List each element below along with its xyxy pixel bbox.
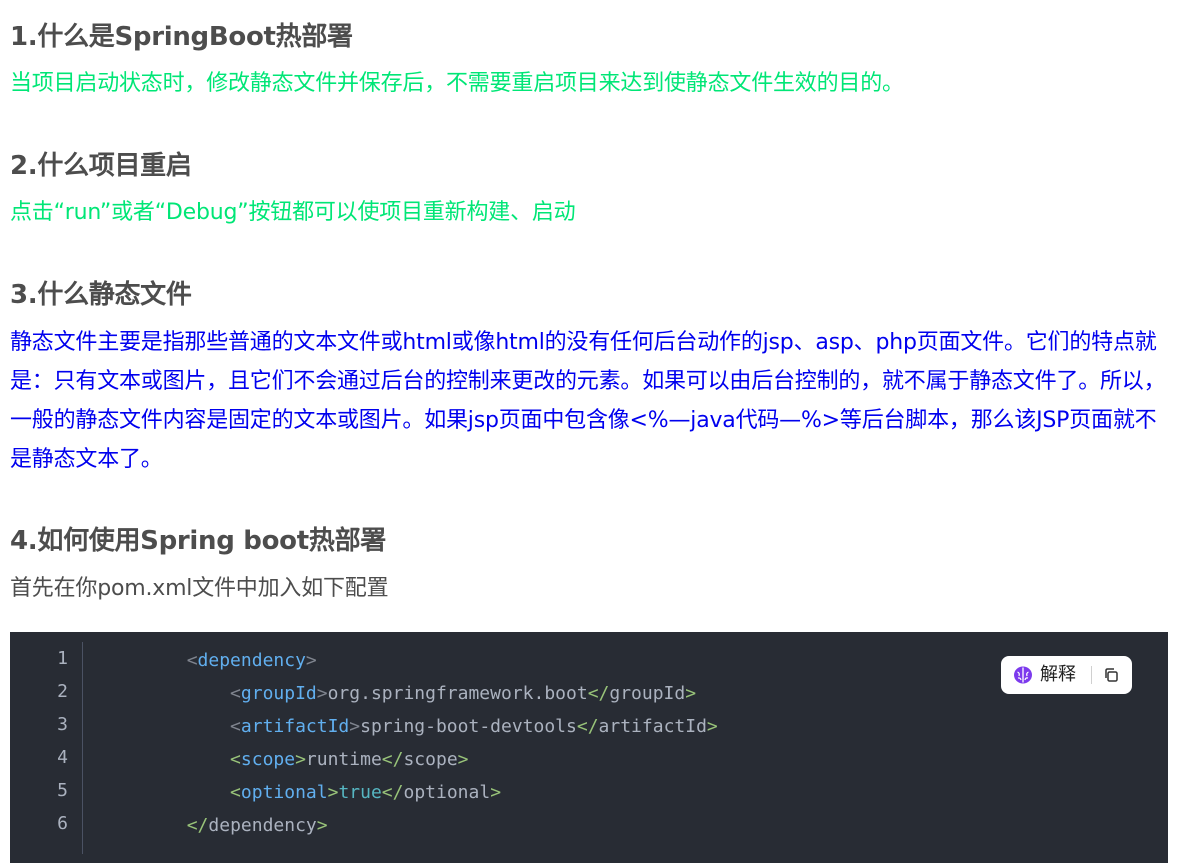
section-4-heading: 4.如何使用Spring boot热部署 bbox=[10, 526, 386, 556]
section-2-text: 点击“run”或者“Debug”按钮都可以使项目重新构建、启动 bbox=[10, 200, 576, 225]
xml-tag: artifactId bbox=[240, 716, 350, 737]
code-line: <artifactId>spring-boot-devtools</artifa… bbox=[230, 716, 718, 737]
xml-value: spring-boot-devtools bbox=[360, 716, 577, 737]
code-block[interactable]: 1 2 3 4 5 6 <dependency> <groupId>org.sp… bbox=[10, 632, 1168, 863]
section-1-text: 当项目启动状态时，修改静态文件并保存后，不需要重启项目来达到使静态文件生效的目的… bbox=[10, 71, 904, 96]
code-line: <scope>runtime</scope> bbox=[230, 749, 469, 770]
line-number: 5 bbox=[57, 780, 68, 801]
section-3-heading: 3.什么静态文件 bbox=[10, 280, 192, 310]
section-1-heading: 1.什么是SpringBoot热部署 bbox=[10, 22, 353, 52]
xml-tag: scope bbox=[240, 749, 296, 770]
code-line: <groupId>org.springframework.boot</group… bbox=[230, 683, 697, 704]
xml-tag: optional bbox=[240, 782, 328, 803]
line-number-gutter: 1 2 3 4 5 6 bbox=[10, 642, 83, 854]
xml-tag: groupId bbox=[240, 683, 317, 704]
code-toolbar: 解释 bbox=[1001, 656, 1132, 694]
xml-tag: dependency bbox=[208, 815, 317, 836]
toolbar-divider bbox=[1091, 666, 1092, 684]
line-number: 1 bbox=[57, 648, 68, 669]
code-line: <dependency> bbox=[186, 650, 317, 671]
copy-icon[interactable] bbox=[1103, 667, 1119, 683]
xml-value: true bbox=[338, 782, 382, 803]
xml-value: runtime bbox=[305, 749, 382, 770]
brain-icon[interactable] bbox=[1013, 665, 1033, 685]
line-number: 2 bbox=[57, 681, 68, 702]
code-line: </dependency> bbox=[186, 815, 328, 836]
line-number: 4 bbox=[57, 747, 68, 768]
section-4-text: 首先在你pom.xml文件中加入如下配置 bbox=[10, 576, 389, 601]
xml-tag: dependency bbox=[197, 650, 306, 671]
explain-button[interactable]: 解释 bbox=[1040, 663, 1076, 687]
line-number: 6 bbox=[57, 813, 68, 834]
code-lines[interactable]: <dependency> <groupId>org.springframewor… bbox=[100, 644, 718, 842]
code-line: <optional>true</optional> bbox=[230, 782, 502, 803]
line-number: 3 bbox=[57, 714, 68, 735]
section-3-text: 静态文件主要是指那些普通的文本文件或html或像html的没有任何后台动作的js… bbox=[10, 330, 1166, 472]
section-2-heading: 2.什么项目重启 bbox=[10, 151, 192, 181]
xml-value: org.springframework.boot bbox=[327, 683, 588, 704]
